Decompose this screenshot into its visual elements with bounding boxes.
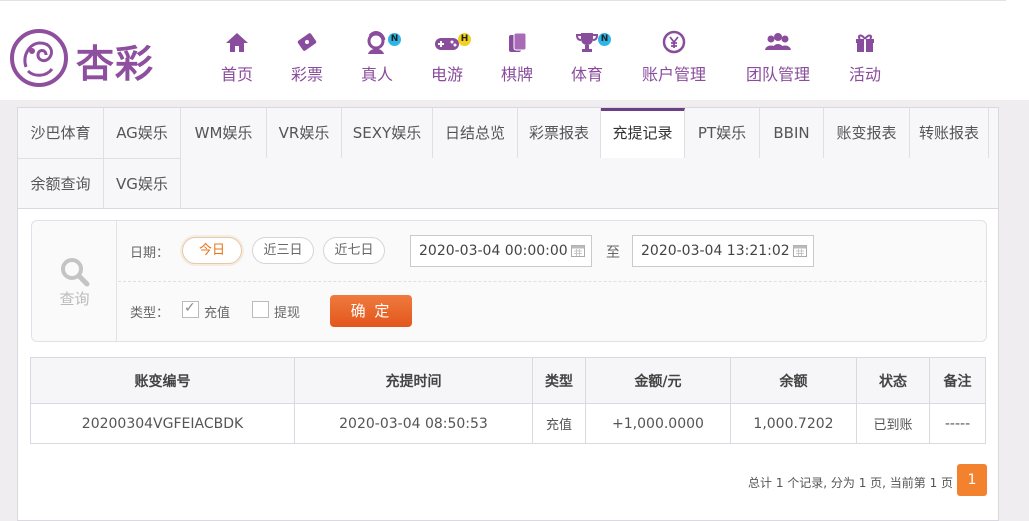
report-tabs: 沙巴体育 AG娱乐 WM娱乐 VR娱乐 SEXY娱乐 日结总览 彩票报表 充提记… [18,108,998,209]
col-time: 充提时间 [294,357,533,404]
col-remark: 备注 [929,357,986,404]
range-today-button[interactable]: 今日 [182,237,242,264]
records-table: 账变编号 充提时间 类型 金额/元 余额 状态 备注 20200304VGFEI… [30,357,986,444]
nav-lottery[interactable]: 彩票 [288,30,326,85]
type-filter-row: 类型： ✓ 充值 提现 确 定 [118,282,987,341]
calendar-icon[interactable] [571,244,585,257]
date-filter-row: 日期： 今日 近三日 近七日 2020-03-04 00:00:00 至 202… [118,221,987,282]
withdraw-label: 提现 [274,306,301,321]
withdraw-checkbox[interactable] [252,301,269,318]
header-divider [0,0,1006,4]
deposit-checkbox[interactable]: ✓ [182,300,199,318]
page-1-button[interactable]: 1 [957,464,987,496]
tab-vg[interactable]: VG娱乐 [104,158,181,208]
col-type: 类型 [532,357,586,404]
tab-wm[interactable]: WM娱乐 [181,108,267,158]
tab-deposit-withdraw[interactable]: 充提记录 [601,108,685,158]
live-dealer-icon: N [358,30,401,58]
confirm-button[interactable]: 确 定 [330,295,412,327]
lottery-ticket-icon [288,30,326,58]
home-icon [218,30,256,58]
cell-type: 充值 [532,403,586,444]
query-filter: 查询 日期： 今日 近三日 近七日 2020-03-04 00:00:00 至 … [31,220,987,342]
nav-live[interactable]: N 真人 [358,30,401,85]
report-panel: 沙巴体育 AG娱乐 WM娱乐 VR娱乐 SEXY娱乐 日结总览 彩票报表 充提记… [17,107,999,521]
check-icon: ✓ [184,300,196,316]
gamepad-icon: H [428,30,471,58]
nav-home[interactable]: 首页 [218,30,256,85]
calendar-icon[interactable] [793,244,807,257]
col-amount: 金额/元 [585,357,731,404]
brand-name: 杏彩 [76,41,155,86]
date-label: 日期： [130,246,170,261]
cell-time: 2020-03-04 08:50:53 [294,403,533,444]
tab-daily-summary[interactable]: 日结总览 [433,108,518,158]
query-sidebar: 查询 [32,221,117,341]
tab-transfer-report[interactable]: 转账报表 [910,108,989,158]
end-date-input[interactable]: 2020-03-04 13:21:02 [632,235,814,267]
yen-coin-icon [640,30,708,58]
brand-logo[interactable]: 杏彩 [8,27,158,89]
table-row: 20200304VGFEIACBDK 2020-03-04 08:50:53 充… [30,403,986,444]
table-header-row: 账变编号 充提时间 类型 金额/元 余额 状态 备注 [30,357,986,404]
trophy-icon: N [568,30,611,58]
range-3days-button[interactable]: 近三日 [252,237,314,264]
cell-balance: 1,000.7202 [730,403,857,444]
cell-remark: ----- [929,403,986,444]
start-date-value: 2020-03-04 00:00:00 [419,243,568,259]
tab-balance-change[interactable]: 账变报表 [824,108,910,158]
gift-icon [846,30,884,58]
cell-transaction-id: 20200304VGFEIACBDK [30,403,295,444]
tab-balance-query[interactable]: 余额查询 [18,158,104,208]
deposit-label: 充值 [204,306,231,321]
hot-badge: H [458,33,471,46]
cell-amount: +1,000.0000 [585,403,731,444]
tab-ag[interactable]: AG娱乐 [104,108,181,158]
nav-promotions[interactable]: 活动 [846,30,884,85]
col-balance: 余额 [730,357,857,404]
new-badge: N [598,33,611,46]
cell-status: 已到账 [856,403,930,444]
new-badge: N [388,33,401,46]
tab-sexy[interactable]: SEXY娱乐 [342,108,433,158]
col-transaction-id: 账变编号 [30,357,295,404]
tab-pt[interactable]: PT娱乐 [685,108,760,158]
type-label: 类型： [130,306,170,321]
start-date-input[interactable]: 2020-03-04 00:00:00 [410,235,592,267]
nav-cards[interactable]: 棋牌 [498,30,536,85]
nav-team[interactable]: 团队管理 [744,30,812,85]
tab-vr[interactable]: VR娱乐 [267,108,342,158]
nav-sports[interactable]: N 体育 [568,30,611,85]
tab-lottery-report[interactable]: 彩票报表 [518,108,601,158]
end-date-value: 2020-03-04 13:21:02 [641,243,790,259]
tab-saba-sports[interactable]: 沙巴体育 [18,108,104,158]
range-7days-button[interactable]: 近七日 [323,237,385,264]
col-status: 状态 [856,357,930,404]
pagination-summary: 总计 1 个记录, 分为 1 页, 当前第 1 页 [748,476,954,490]
date-range-separator: 至 [606,245,620,261]
brand-emblem-icon [10,29,68,87]
top-header: 杏彩 首页 彩票 N 真人 H 电游 棋牌 N 体育 账户管理 团队管理 活动 [0,0,1029,100]
team-icon [744,30,812,58]
tab-bbin[interactable]: BBIN [760,108,824,158]
playing-cards-icon [498,30,536,58]
nav-slots[interactable]: H 电游 [428,30,471,85]
search-icon [61,258,90,287]
nav-account[interactable]: 账户管理 [640,30,708,85]
query-label: 查询 [59,290,90,308]
